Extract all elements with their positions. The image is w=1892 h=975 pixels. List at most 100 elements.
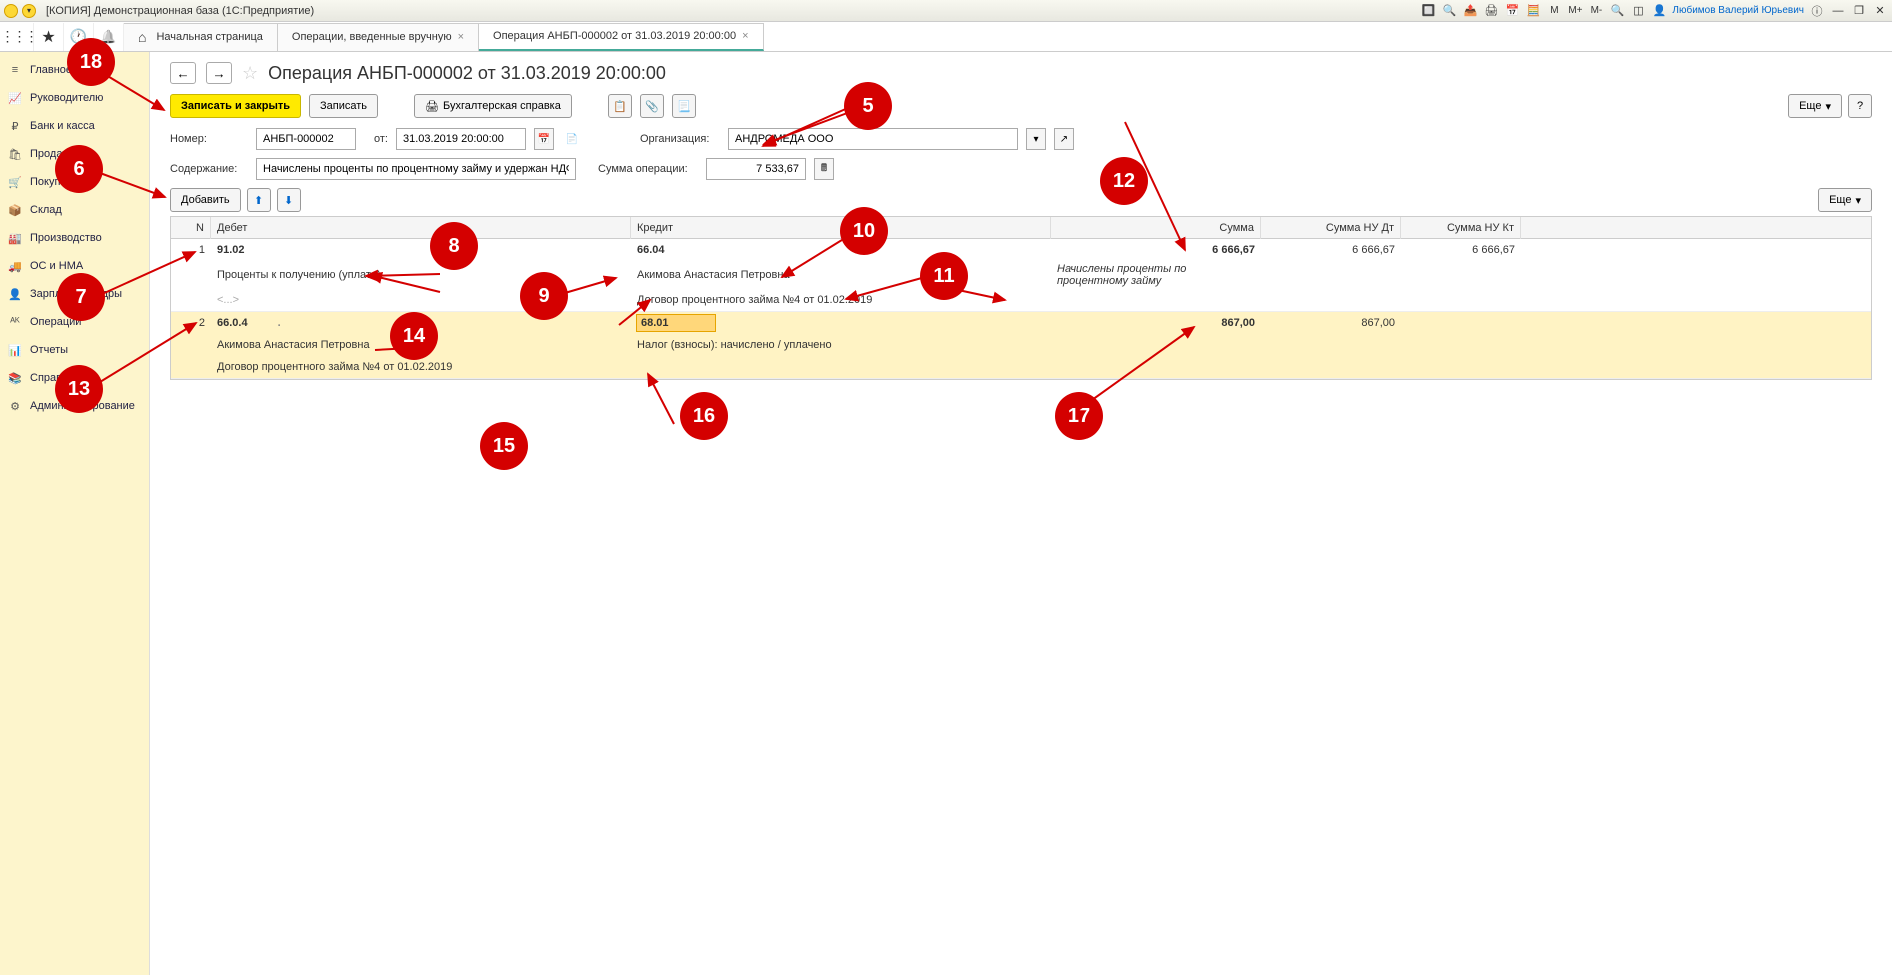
cell-sum[interactable]: 6 666,67 <box>1051 242 1261 258</box>
tab-operation[interactable]: Операция АНБП-000002 от 31.03.2019 20:00… <box>479 23 764 51</box>
apps-icon[interactable] <box>4 23 34 51</box>
cell-credit-sub2[interactable]: Договор процентного займа №4 от 01.02.20… <box>631 292 1051 308</box>
calc-icon[interactable]: 🖩 <box>814 158 834 180</box>
tb-icon-3[interactable]: 📤 <box>1462 3 1478 19</box>
org-open-icon[interactable]: ↗ <box>1054 128 1074 150</box>
org-input[interactable] <box>728 128 1018 150</box>
tb-icon-4[interactable]: 🖨 <box>1483 3 1499 19</box>
table-header: N Дебет Кредит Сумма Сумма НУ Дт Сумма Н… <box>171 217 1871 239</box>
save-close-button[interactable]: Записать и закрыть <box>170 94 301 118</box>
tb-m[interactable]: M <box>1546 3 1562 19</box>
tab-2-close-icon[interactable]: × <box>742 30 748 42</box>
date-label: от: <box>374 133 388 145</box>
annotation-15: 15 <box>480 422 528 470</box>
tabbar: Начальная страница Операции, введенные в… <box>0 22 1892 52</box>
move-down-button[interactable]: ⬇ <box>277 188 301 212</box>
register-icon-button[interactable]: 📋 <box>608 94 632 118</box>
tb-max-icon[interactable]: ❐ <box>1851 3 1867 19</box>
tb-icon-cal[interactable]: 📅 <box>1504 3 1520 19</box>
sidebar-item-bank[interactable]: ₽ Банк и касса <box>0 112 149 140</box>
annotation-10: 10 <box>840 207 888 255</box>
tb-icon-1[interactable]: 🔲 <box>1420 3 1436 19</box>
tb-icon-win[interactable]: ◫ <box>1630 3 1646 19</box>
content: ← → ☆ Операция АНБП-000002 от 31.03.2019… <box>150 52 1892 975</box>
status-icon[interactable]: 📄 <box>562 128 582 150</box>
osnma-icon: 🚚 <box>8 260 22 273</box>
attach-icon-button[interactable]: 📎 <box>640 94 664 118</box>
cell-n[interactable]: 2 <box>171 315 211 331</box>
th-sum[interactable]: Сумма <box>1051 217 1261 239</box>
tb-close-icon[interactable]: ✕ <box>1872 3 1888 19</box>
cell-comment[interactable]: Начислены проценты по процентному займу <box>1051 261 1261 289</box>
cell-credit-acc[interactable]: 66.04 <box>631 242 1051 258</box>
th-n[interactable]: N <box>171 217 211 239</box>
org-select-icon[interactable]: ▾ <box>1026 128 1046 150</box>
annotation-9: 9 <box>520 272 568 320</box>
print-label: Бухгалтерская справка <box>443 100 561 112</box>
cell-credit-sub2[interactable] <box>631 365 1051 369</box>
cell-n[interactable]: 1 <box>171 242 211 258</box>
th-sumdt[interactable]: Сумма НУ Дт <box>1261 217 1401 239</box>
list-icon-button[interactable]: 📃 <box>672 94 696 118</box>
admin-icon: ⚙ <box>8 400 22 413</box>
sidebar-label: Банк и касса <box>30 120 95 132</box>
sidebar-item-manager[interactable]: 📈Руководителю <box>0 84 149 112</box>
tab-home[interactable]: Начальная страница <box>124 23 278 51</box>
content-input[interactable] <box>256 158 576 180</box>
cell-debit-sub2[interactable]: <...> <box>211 292 631 308</box>
cell-debit-sub1[interactable]: Проценты к получению (уплате) <box>211 267 631 283</box>
calendar-icon[interactable]: 📅 <box>534 128 554 150</box>
cell-debit-acc[interactable]: 91.02 <box>211 242 631 258</box>
page-title: Операция АНБП-000002 от 31.03.2019 20:00… <box>268 63 666 84</box>
bank-icon: ₽ <box>8 120 22 133</box>
save-button[interactable]: Записать <box>309 94 378 118</box>
nav-back-button[interactable]: ← <box>170 62 196 84</box>
cell-credit-sub1[interactable]: Акимова Анастасия Петровна <box>631 267 1051 283</box>
tab-operations-list[interactable]: Операции, введенные вручную × <box>278 23 479 51</box>
add-button[interactable]: Добавить <box>170 188 241 212</box>
sidebar-item-production[interactable]: 🏭Производство <box>0 224 149 252</box>
sum-input[interactable] <box>706 158 806 180</box>
cell-sum[interactable]: 867,00 <box>1051 315 1261 331</box>
table-more-label: Еще <box>1829 194 1851 206</box>
cell-sumdt[interactable]: 867,00 <box>1261 315 1401 331</box>
manager-icon: 📈 <box>8 92 22 105</box>
favorite-icon[interactable]: ☆ <box>242 63 258 84</box>
tb-min-icon[interactable]: — <box>1830 3 1846 19</box>
logo-icon[interactable] <box>4 4 18 18</box>
dropdown-icon[interactable]: ▾ <box>22 4 36 18</box>
production-icon: 🏭 <box>8 232 22 245</box>
nav-forward-button[interactable]: → <box>206 62 232 84</box>
user-name[interactable]: Любимов Валерий Юрьевич <box>1672 5 1804 16</box>
move-up-button[interactable]: ⬆ <box>247 188 271 212</box>
sales-icon: 🛍 <box>8 148 22 161</box>
tb-icon-mg[interactable]: 🔍 <box>1609 3 1625 19</box>
sidebar-item-warehouse[interactable]: 📦Склад <box>0 196 149 224</box>
favorites-icon[interactable] <box>34 23 64 51</box>
sidebar-item-reports[interactable]: 📊Отчеты <box>0 336 149 364</box>
cell-sumkt[interactable]: 6 666,67 <box>1401 242 1521 258</box>
th-debit[interactable]: Дебет <box>211 217 631 239</box>
tb-mm[interactable]: M- <box>1588 3 1604 19</box>
print-button[interactable]: 🖨Бухгалтерская справка <box>414 94 572 118</box>
table-row[interactable]: 1 91.02 66.04 6 666,67 6 666,67 6 666,67… <box>171 239 1871 312</box>
tb-icon-2[interactable]: 🔍 <box>1441 3 1457 19</box>
table-more-button[interactable]: Еще ▾ <box>1818 188 1872 212</box>
cell-sumkt[interactable] <box>1401 321 1521 325</box>
th-sumkt[interactable]: Сумма НУ Кт <box>1401 217 1521 239</box>
tb-info-icon[interactable]: ⓘ <box>1809 3 1825 19</box>
tb-icon-calc[interactable]: 🧮 <box>1525 3 1541 19</box>
help-button[interactable]: ? <box>1848 94 1872 118</box>
tb-user-icon: 👤 <box>1651 3 1667 19</box>
tab-1-close-icon[interactable]: × <box>458 31 464 43</box>
more-button[interactable]: Еще ▾ <box>1788 94 1842 118</box>
content-label: Содержание: <box>170 163 248 175</box>
cell-sumdt[interactable]: 6 666,67 <box>1261 242 1401 258</box>
cell-debit-sub2[interactable]: Договор процентного займа №4 от 01.02.20… <box>211 359 631 375</box>
tb-mp[interactable]: M+ <box>1567 3 1583 19</box>
cell-credit-sub1[interactable]: Налог (взносы): начислено / уплачено <box>631 337 1051 353</box>
main-icon: ≡ <box>8 64 22 76</box>
number-input[interactable] <box>256 128 356 150</box>
cell-credit-acc[interactable]: 68.01 <box>631 313 1051 333</box>
date-input[interactable] <box>396 128 526 150</box>
